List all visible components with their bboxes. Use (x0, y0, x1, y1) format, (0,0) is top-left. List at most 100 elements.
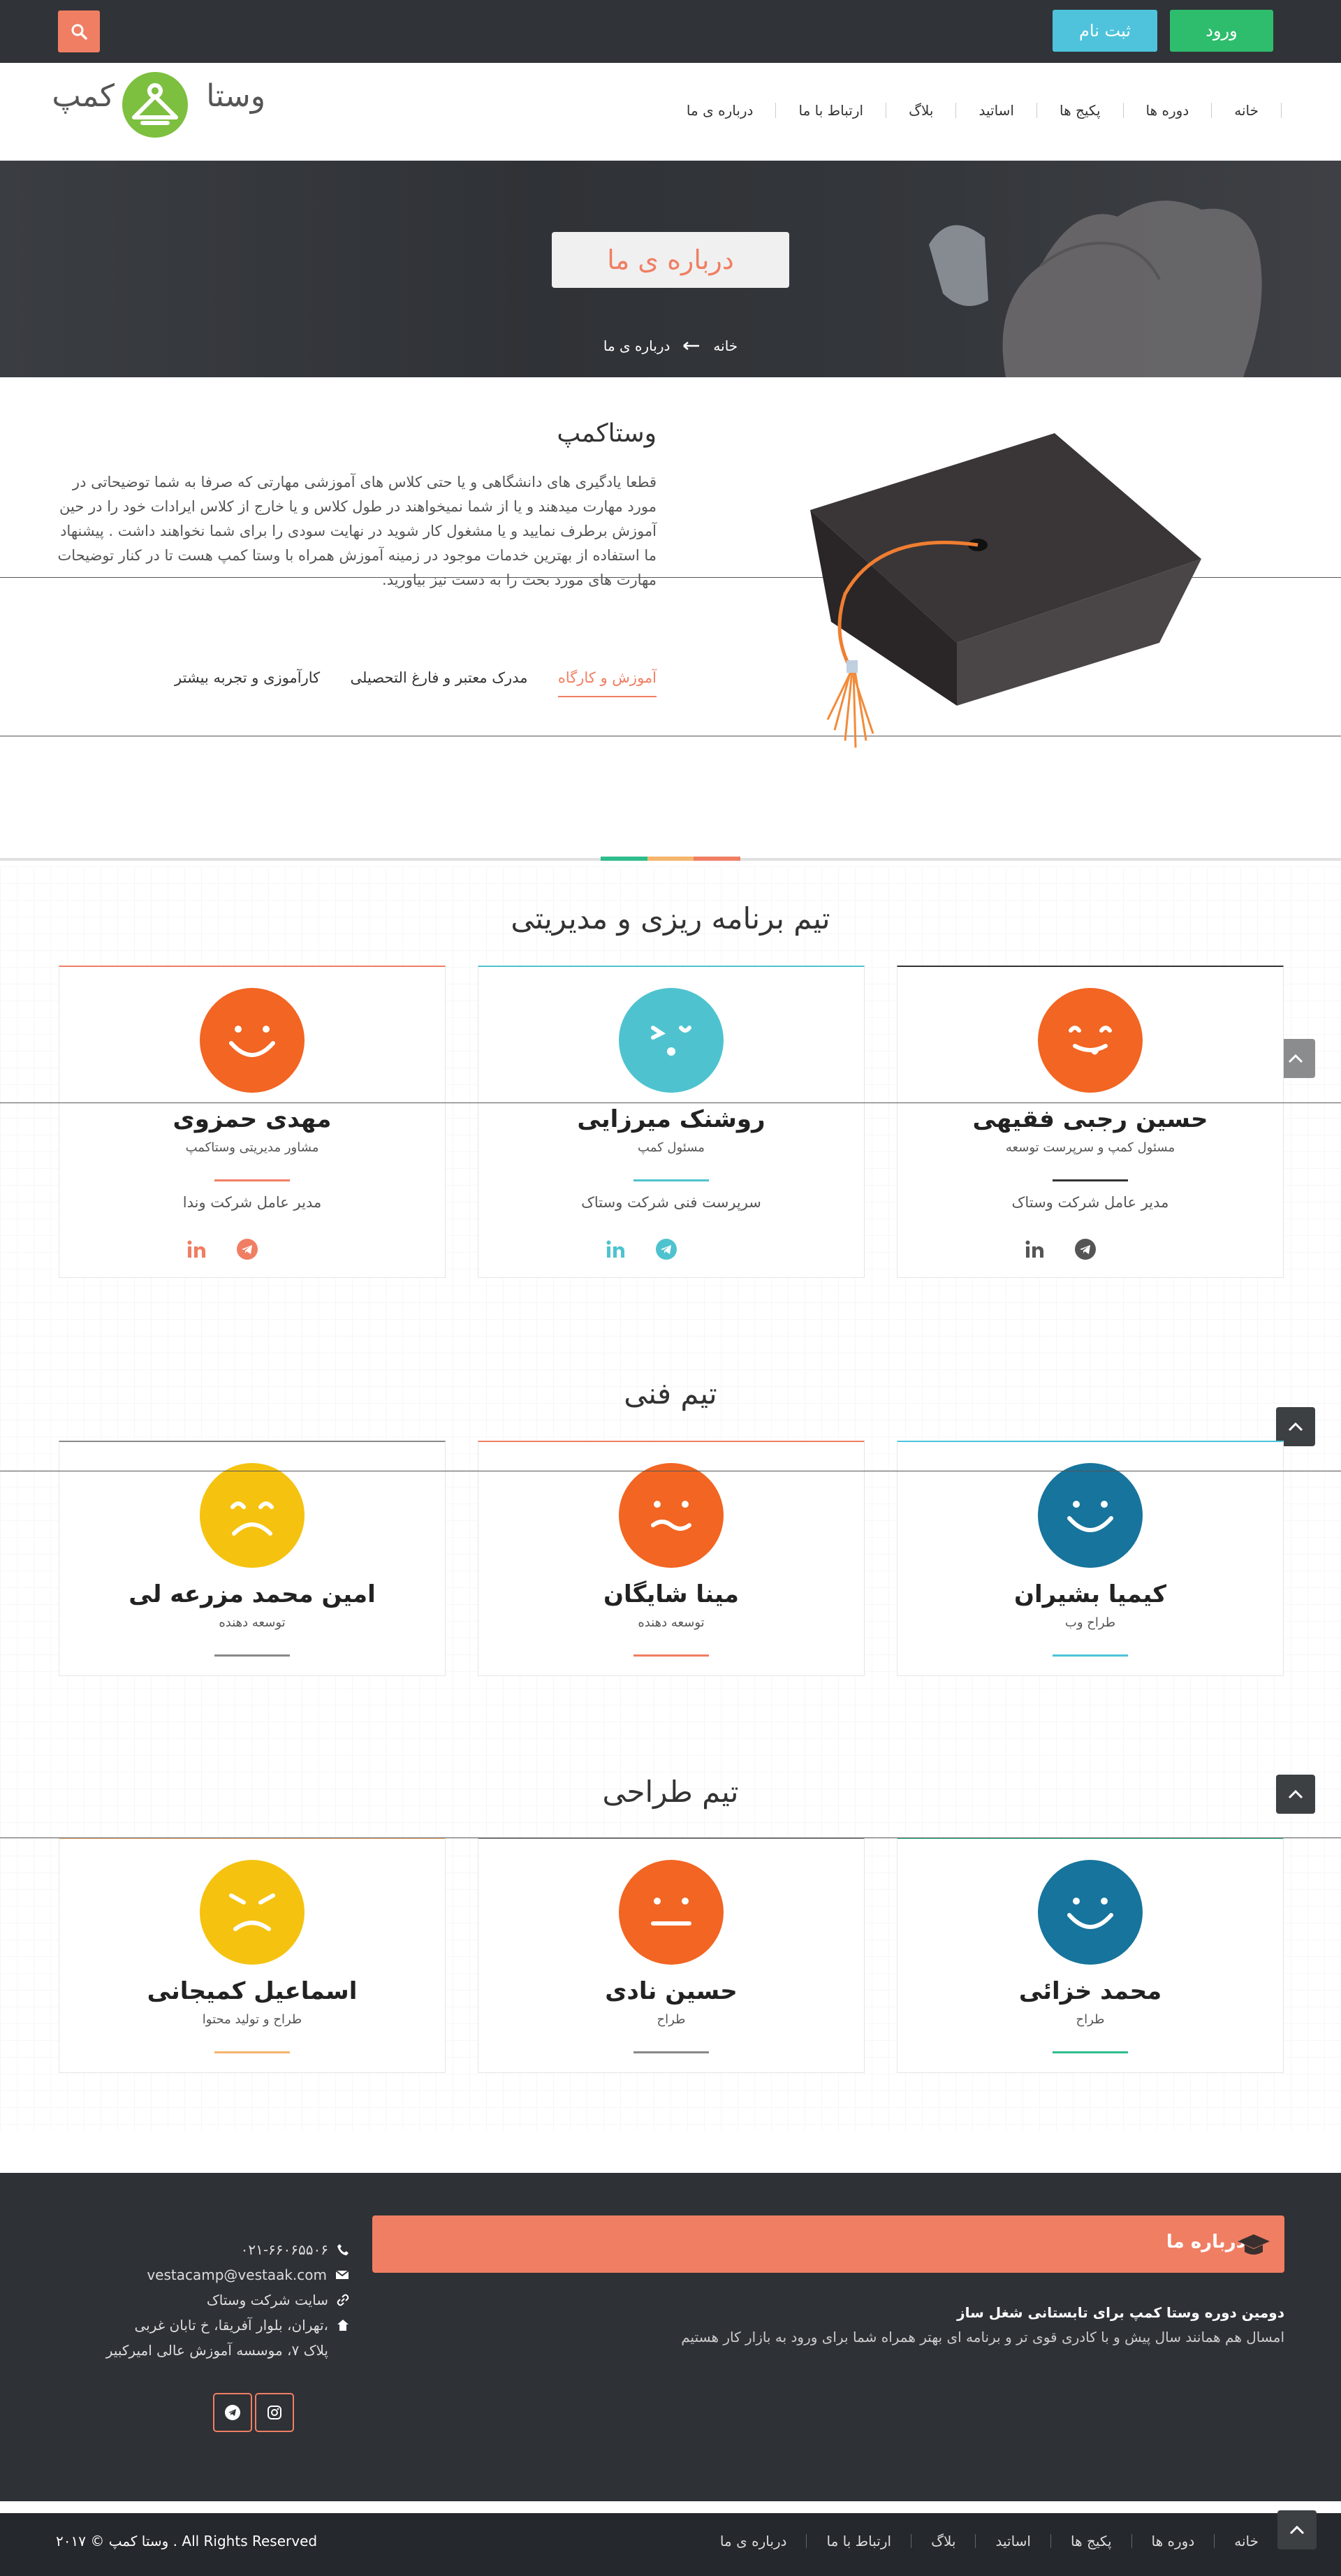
member-name: مینا شایگان (603, 1580, 739, 1608)
nav-separator (1281, 103, 1282, 118)
team-member-card: مهدی حمزوی مشاور مدیریتی وستاکمپ مدیر عامل… (59, 966, 446, 1278)
team-member-card: اسماعیل کمیجانی طراح و تولید محتوا (59, 1838, 446, 2073)
site-text: سایت شرکت وستاک (206, 2292, 328, 2308)
chevron-up-icon (1289, 2525, 1305, 2535)
footer-phone: ۰۲۱-۶۶۰۶۵۵۰۶ (56, 2241, 349, 2258)
link-icon (337, 2294, 349, 2306)
member-name: حسین نادی (605, 1977, 738, 2005)
google-plus-icon[interactable]: G+ (707, 1239, 738, 1260)
nav-item-packages[interactable]: پکیج ها (1037, 102, 1123, 119)
avatar-face-icon (619, 1463, 724, 1568)
team-member-card: کیمیا بشیران طراح وب (897, 1441, 1284, 1676)
member-name: اسماعیل کمیجانی (147, 1977, 358, 2005)
scroll-up-button[interactable] (1276, 1775, 1315, 1814)
phone-icon (337, 2244, 349, 2255)
team-member-card: حسین رجبی فقیهی مسئول کمپ و سرپرست توسعه م… (897, 966, 1284, 1278)
member-name: حسین رجبی فقیهی (972, 1105, 1208, 1133)
nav-item-contact[interactable]: ارتباط با ما (776, 102, 886, 119)
avatar-face-icon (200, 988, 305, 1093)
tab-internship[interactable]: کارآموزی و تجربه بیشتر (175, 669, 320, 697)
member-underline (214, 1654, 290, 1657)
footer-nav-courses[interactable]: دوره ها (1132, 2533, 1215, 2549)
footer-nav-contact[interactable]: ارتباط با ما (807, 2533, 911, 2549)
register-button[interactable]: ثبت نام (1053, 10, 1157, 52)
nav-item-teachers[interactable]: اساتید (956, 102, 1036, 119)
avatar-face-icon (1038, 1463, 1143, 1568)
nav-item-courses[interactable]: دوره ها (1124, 102, 1212, 119)
copyright-text: ۲۰۱۷ © وستا کمپ . All Rights Reserved (56, 2533, 318, 2549)
telegram-icon (225, 2405, 240, 2420)
telegram-icon[interactable] (655, 1238, 677, 1260)
member-underline (214, 1179, 290, 1181)
team-member-card: امین محمد مزرعه لی توسعه دهنده (59, 1441, 446, 1676)
search-icon (71, 24, 87, 40)
team-member-card: حسین نادی طراح (478, 1838, 865, 2073)
google-plus-icon[interactable]: G+ (1126, 1239, 1157, 1260)
avatar-face-icon (619, 1860, 724, 1965)
footer-nav-home[interactable]: خانه (1215, 2533, 1278, 2549)
member-role: مشاور مدیریتی وستاکمپ (185, 1140, 319, 1155)
login-button[interactable]: ورود (1170, 10, 1273, 52)
footer-email[interactable]: vestacamp@vestaak.com (56, 2266, 349, 2283)
footer-site[interactable]: سایت شرکت وستاک (56, 2292, 349, 2308)
about-tabs: آموزش و کارگاه مدرک معتبر و فارغ التحصیل… (175, 669, 657, 697)
breadcrumb: خانه درباره ی ما (601, 335, 740, 356)
footer-nav-blog[interactable]: بلاگ (911, 2533, 975, 2549)
search-button[interactable] (58, 10, 100, 52)
member-underline (1053, 2051, 1128, 2053)
team-member-card: محمد خزائی طراح (897, 1838, 1284, 2073)
address-line2: پلاک ۷، موسسه آموزش عالی امیرکبیر (105, 2342, 328, 2359)
scroll-to-top-button[interactable] (1277, 2510, 1317, 2549)
footer-headline: دومین دوره وستا کمپ برای تابستانی شغل سا… (957, 2304, 1284, 2321)
member-social-links: G+ (897, 1238, 1283, 1260)
member-role: طراح و تولید محتوا (202, 2012, 302, 2027)
tab-training[interactable]: آموزش و کارگاه (557, 669, 657, 697)
footer-social-telegram[interactable] (213, 2393, 252, 2432)
avatar-face-icon (200, 1463, 305, 1568)
member-underline (1053, 1179, 1128, 1181)
member-name: امین محمد مزرعه لی (129, 1580, 376, 1608)
section-divider-accent (600, 857, 740, 861)
footer-nav-about[interactable]: درباره ی ما (701, 2533, 807, 2549)
avatar-face-icon (1038, 1860, 1143, 1965)
footer-nav-packages[interactable]: پکیج ها (1051, 2533, 1131, 2549)
about-paragraph: قطعا یادگیری های دانشگاهی و یا حتی کلاس … (57, 474, 657, 588)
member-company: سرپرست فنی شرکت وستاک (581, 1194, 761, 1211)
member-role: طراح وب (1064, 1615, 1116, 1630)
nav-item-blog[interactable]: بلاگ (886, 102, 955, 119)
member-role: توسعه دهنده (219, 1615, 286, 1630)
nav-item-about[interactable]: درباره ی ما (664, 102, 776, 119)
main-nav: خانه دوره ها پکیج ها اساتید بلاگ ارتباط … (664, 96, 1282, 124)
avatar-face-icon (1038, 988, 1143, 1093)
address-line1: تهران، بلوار آفریقا، خ تابان غربی، (134, 2317, 328, 2334)
avatar-face-icon (200, 1860, 305, 1965)
chevron-up-icon (1288, 1422, 1303, 1432)
member-role: مسئول کمپ و سرپرست توسعه (1005, 1140, 1175, 1155)
email-text: vestacamp@vestaak.com (147, 2266, 327, 2283)
member-name: محمد خزائی (1018, 1977, 1162, 2005)
member-underline (1053, 1654, 1128, 1657)
breadcrumb-home[interactable]: خانه (713, 337, 738, 354)
linkedin-icon[interactable] (605, 1239, 626, 1260)
nav-item-home[interactable]: خانه (1212, 102, 1281, 119)
footer-nav-teachers[interactable]: اساتید (976, 2533, 1050, 2549)
brand-name-right: وستا (206, 78, 265, 114)
about-title: وستاکمپ (557, 419, 657, 448)
graduation-cap-icon (1238, 2234, 1270, 2255)
telegram-icon[interactable] (236, 1238, 258, 1260)
linkedin-icon[interactable] (1024, 1239, 1045, 1260)
member-underline (633, 1179, 709, 1181)
avatar-face-icon (619, 988, 724, 1093)
telegram-icon[interactable] (1074, 1238, 1097, 1260)
envelope-icon (335, 2270, 349, 2279)
google-plus-icon[interactable]: G+ (288, 1239, 318, 1260)
footer-about-title: درباره ما (1166, 2232, 1245, 2253)
graduation-cap-image (810, 433, 1201, 748)
tab-certificate[interactable]: مدرک معتبر و فارغ التحصیلی (351, 669, 528, 697)
footer-social-instagram[interactable] (255, 2393, 294, 2432)
linkedin-icon[interactable] (186, 1239, 207, 1260)
footer-address-2: پلاک ۷، موسسه آموزش عالی امیرکبیر (56, 2342, 349, 2359)
team-title: تیم طراحی (602, 1775, 739, 1809)
member-underline (633, 2051, 709, 2053)
member-name: روشنک میرزایی (577, 1105, 765, 1133)
